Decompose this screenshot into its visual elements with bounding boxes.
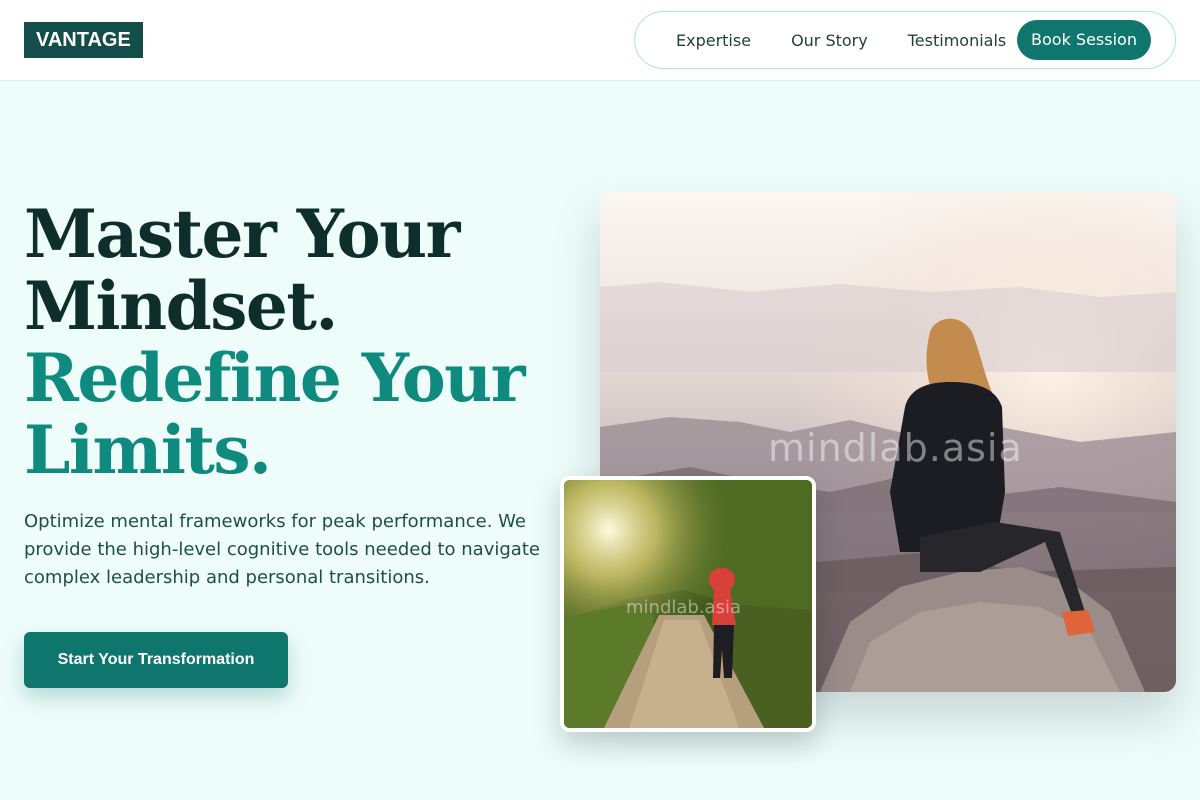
headline-line-3: Redefine Your bbox=[24, 339, 526, 417]
site-header: VANTAGE Expertise Our Story Testimonials… bbox=[0, 0, 1200, 81]
nav-link-expertise[interactable]: Expertise bbox=[676, 31, 751, 50]
main-photo-watermark: mindlab.asia bbox=[768, 426, 1023, 470]
main-nav: Expertise Our Story Testimonials Book Se… bbox=[634, 11, 1176, 69]
hero-headline: Master Your Mindset. Redefine Your Limit… bbox=[24, 198, 584, 486]
headline-line-4: Limits. bbox=[24, 411, 272, 489]
start-transformation-button[interactable]: Start Your Transformation bbox=[24, 632, 288, 688]
secondary-photo-watermark: mindlab.asia bbox=[626, 597, 741, 618]
hero-description: Optimize mental frameworks for peak perf… bbox=[24, 511, 540, 588]
headline-line-2: Mindset. bbox=[24, 267, 338, 345]
book-session-button[interactable]: Book Session bbox=[1017, 20, 1151, 60]
nav-link-testimonials[interactable]: Testimonials bbox=[908, 31, 1007, 50]
headline-line-1: Master Your bbox=[24, 195, 460, 273]
brand-logo[interactable]: VANTAGE bbox=[24, 22, 143, 58]
nav-link-our-story[interactable]: Our Story bbox=[791, 31, 868, 50]
